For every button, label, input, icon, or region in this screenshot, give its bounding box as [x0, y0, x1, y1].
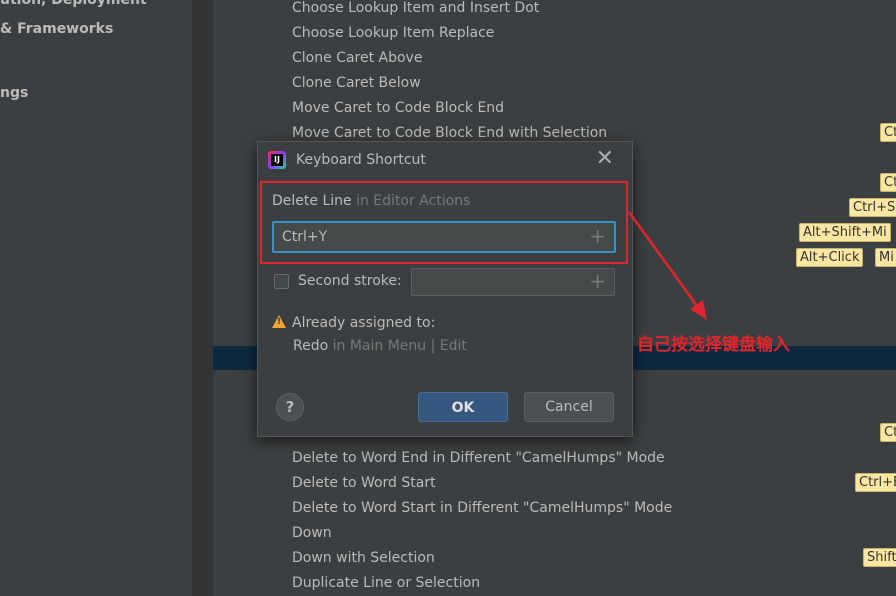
- arrow-line: [627, 211, 702, 311]
- annotation-arrow: [627, 211, 707, 320]
- annotation-text: 自己按选择键盘输入: [637, 335, 790, 355]
- arrow-head: [690, 300, 707, 320]
